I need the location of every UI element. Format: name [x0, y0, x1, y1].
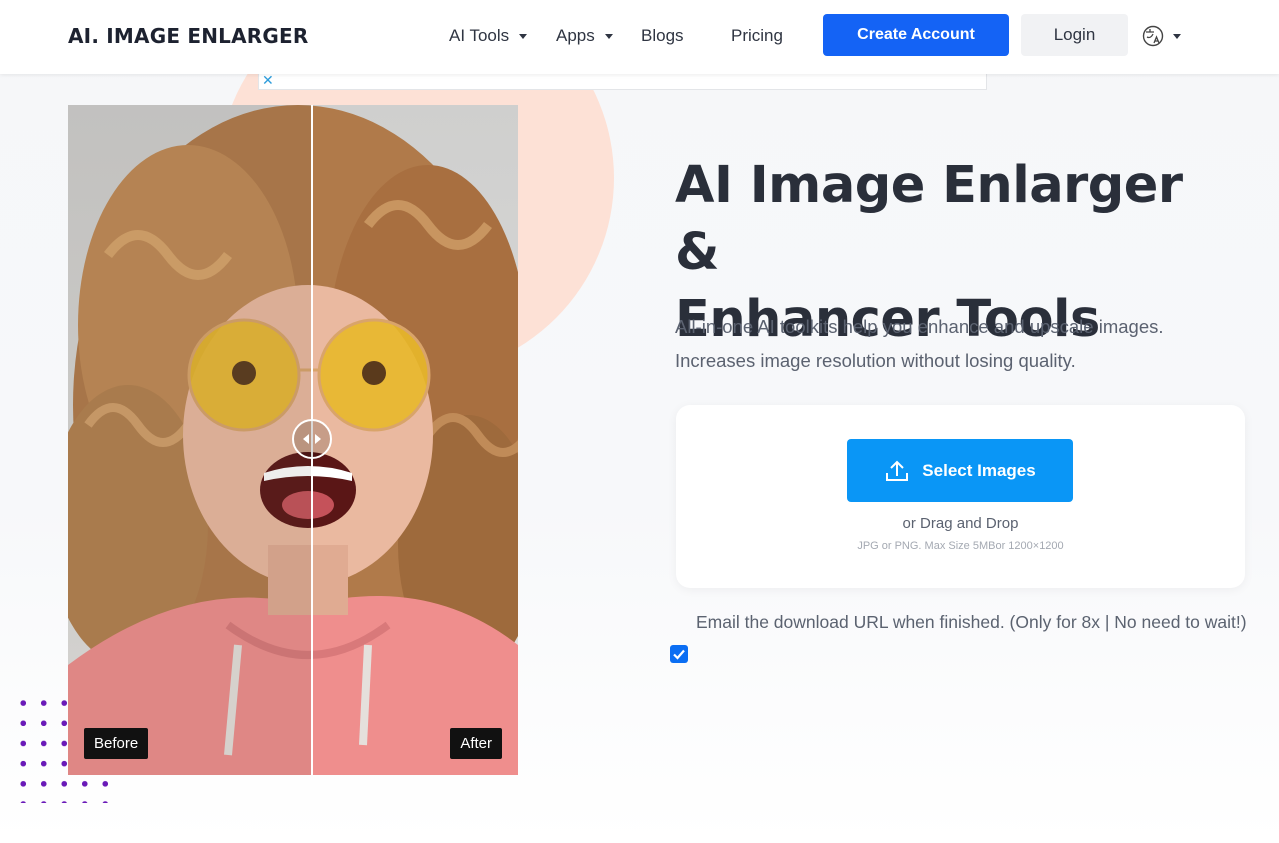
ad-banner: ✕: [258, 72, 987, 90]
chevron-down-icon: [604, 34, 613, 39]
chevron-down-icon: [519, 34, 528, 39]
page-title-line-1: AI Image Enlarger &: [675, 156, 1183, 282]
checkmark-icon: [673, 649, 685, 660]
before-after-compare[interactable]: Before After: [68, 105, 518, 775]
nav-pricing-label: Pricing: [731, 26, 783, 45]
email-option-label: Email the download URL when finished. (O…: [696, 612, 1247, 632]
create-account-button[interactable]: Create Account: [823, 14, 1009, 56]
nav-pricing[interactable]: Pricing: [731, 26, 783, 46]
nav-apps-label: Apps: [556, 26, 595, 45]
left-right-arrows-icon[interactable]: [292, 419, 332, 459]
nav-ai-tools-label: AI Tools: [449, 26, 510, 45]
file-limits-hint: JPG or PNG. Max Size 5MBor 1200×1200: [857, 540, 1064, 552]
language-selector[interactable]: [1141, 22, 1181, 50]
select-images-label: Select Images: [922, 460, 1036, 480]
close-x-icon[interactable]: ✕: [262, 72, 274, 89]
site-logo[interactable]: AI. IMAGE ENLARGER: [68, 24, 308, 48]
nav-apps[interactable]: Apps: [556, 26, 613, 46]
upload-icon: [886, 460, 909, 481]
page-subtitle-line-2: Increases image resolution without losin…: [675, 350, 1076, 371]
language-globe-icon: [1142, 25, 1164, 47]
drag-drop-hint: or Drag and Drop: [902, 515, 1019, 532]
page-subtitle-line-1: All-in-one AI toolkits help you enhance …: [675, 316, 1164, 337]
upload-dropzone[interactable]: Select Images or Drag and Drop JPG or PN…: [676, 405, 1245, 588]
top-navbar: AI. IMAGE ENLARGER AI Tools Apps Blogs P…: [0, 0, 1279, 74]
nav-ai-tools[interactable]: AI Tools: [449, 26, 528, 46]
email-option-checkbox[interactable]: [670, 645, 688, 663]
before-label: Before: [84, 728, 149, 759]
after-label: After: [450, 728, 502, 759]
before-side-overlay: [68, 105, 312, 775]
nav-blogs-label: Blogs: [641, 26, 684, 45]
login-button[interactable]: Login: [1021, 14, 1128, 56]
nav-blogs[interactable]: Blogs: [641, 26, 684, 46]
select-images-button[interactable]: Select Images: [847, 439, 1073, 502]
chevron-down-icon: [1173, 34, 1181, 39]
page-subtitle: All-in-one AI toolkits help you enhance …: [675, 310, 1265, 378]
